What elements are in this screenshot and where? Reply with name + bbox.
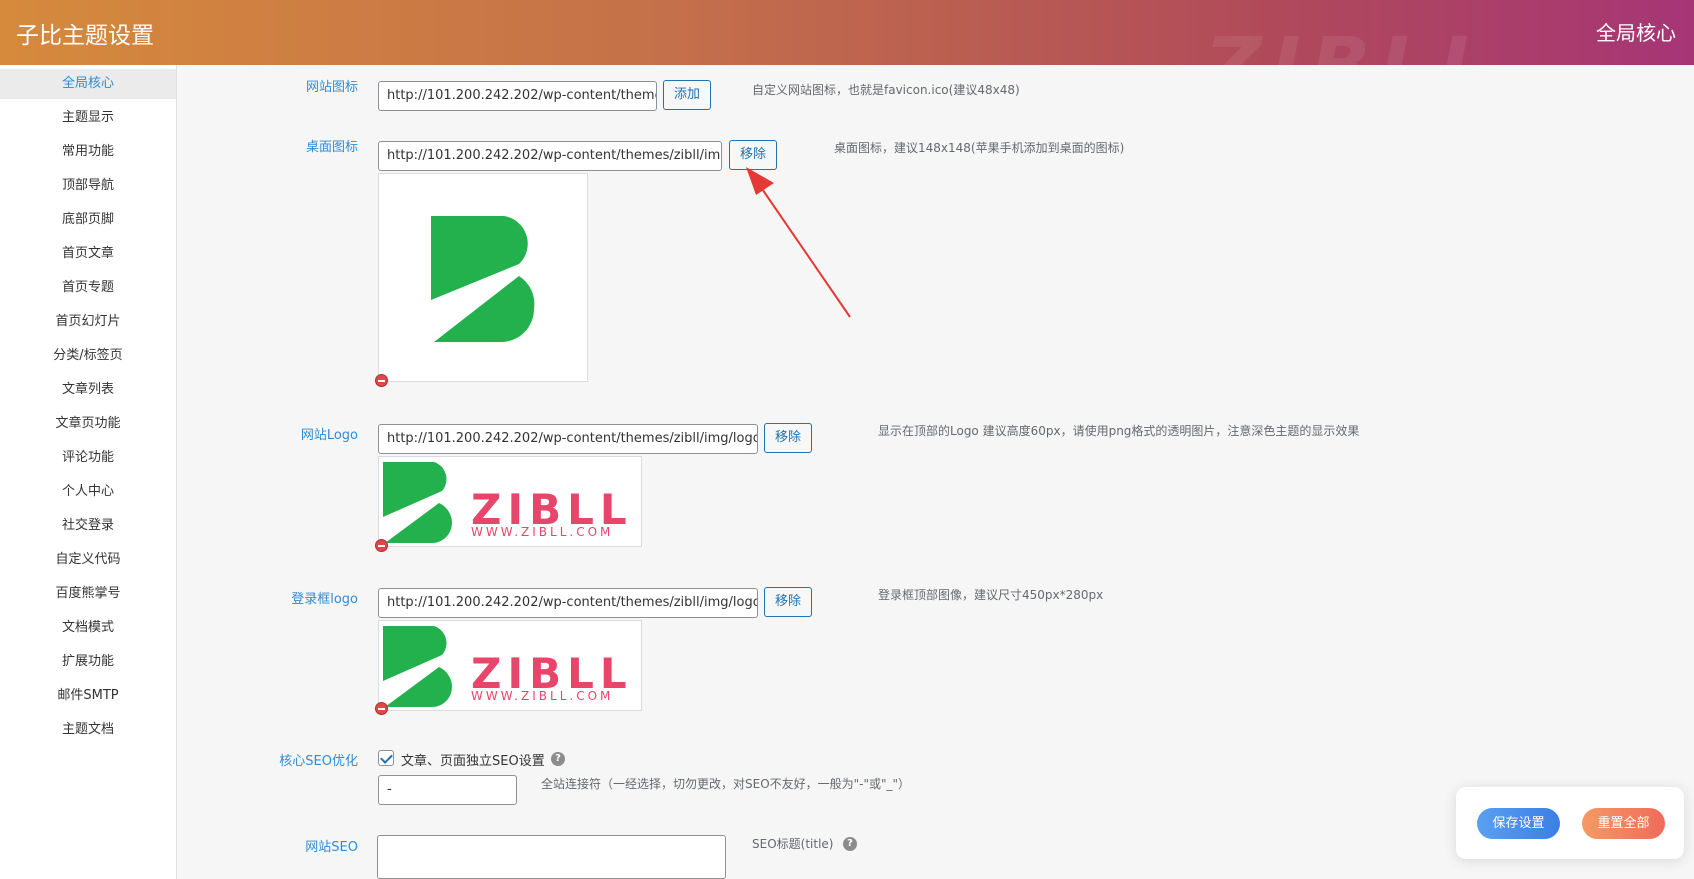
save-settings-button[interactable]: 保存设置 (1477, 808, 1560, 839)
seo-title-help-icon[interactable]: ? (843, 837, 857, 851)
zibll-b-icon (431, 216, 535, 342)
logo-remove-button[interactable]: 移除 (764, 423, 812, 453)
login-logo-remove-icon[interactable] (375, 702, 388, 715)
sidebar-item-4[interactable]: 底部页脚 (0, 205, 176, 235)
seo-checkbox-label: 文章、页面独立SEO设置 (401, 754, 545, 769)
logo-description: 显示在顶部的Logo 建议高度60px，请使用png格式的透明图片，注意深色主题… (878, 424, 1360, 438)
sidebar-item-15[interactable]: 百度熊掌号 (0, 579, 176, 609)
login-logo-description: 登录框顶部图像，建议尺寸450px*280px (878, 588, 1104, 602)
desktop-icon-url-input[interactable]: http://101.200.242.202/wp-content/themes… (378, 141, 722, 171)
desktop-icon-remove-icon[interactable] (375, 374, 388, 387)
logo-preview: ZIBLL WWW.ZIBLL.COM (378, 456, 642, 547)
current-section-title: 全局核心 (1596, 21, 1676, 45)
login-logo-remove-button[interactable]: 移除 (764, 587, 812, 617)
logo-remove-icon[interactable] (375, 539, 388, 552)
sidebar-item-10[interactable]: 文章页功能 (0, 409, 176, 439)
seo-independent-checkbox[interactable] (378, 750, 394, 766)
sidebar-item-8[interactable]: 分类/标签页 (0, 341, 176, 371)
header-bar: ZIBLL 子比主题设置 全局核心 (0, 0, 1694, 65)
logo-label: 网站Logo (300, 428, 358, 443)
desktop-icon-label: 桌面图标 (305, 140, 358, 155)
site-seo-label: 网站SEO (305, 840, 358, 855)
sidebar-item-18[interactable]: 邮件SMTP (0, 681, 176, 711)
favicon-url-input[interactable]: http://101.200.242.202/wp-content/themes… (378, 81, 657, 111)
logo-brand-url: WWW.ZIBLL.COM (471, 525, 614, 539)
separator-description: 全站连接符（一经选择，切勿更改，对SEO不友好，一般为"-"或"_"） (541, 777, 911, 791)
login-logo-b-icon (383, 626, 453, 708)
sidebar-item-7[interactable]: 首页幻灯片 (0, 307, 176, 337)
login-logo-label: 登录框logo (291, 592, 358, 607)
page-title: 子比主题设置 (16, 23, 154, 49)
login-logo-brand-url: WWW.ZIBLL.COM (471, 689, 614, 703)
favicon-description: 自定义网站图标，也就是favicon.ico(建议48x48) (752, 83, 1020, 97)
seo-title-description: SEO标题(title) (752, 837, 834, 851)
sidebar-item-13[interactable]: 社交登录 (0, 511, 176, 541)
sidebar-item-2[interactable]: 常用功能 (0, 137, 176, 167)
sidebar-item-11[interactable]: 评论功能 (0, 443, 176, 473)
favicon-add-button[interactable]: 添加 (663, 80, 711, 110)
logo-b-icon (383, 462, 453, 544)
seo-title-textarea[interactable] (377, 835, 726, 879)
favicon-label: 网站图标 (305, 80, 358, 95)
sidebar-item-14[interactable]: 自定义代码 (0, 545, 176, 575)
annotation-arrow-icon (746, 167, 851, 318)
sidebar-item-12[interactable]: 个人中心 (0, 477, 176, 507)
settings-panel: 网站图标 http://101.200.242.202/wp-content/t… (178, 65, 1694, 879)
sidebar-nav: 全局核心主题显示常用功能顶部导航底部页脚首页文章首页专题首页幻灯片分类/标签页文… (0, 65, 177, 879)
seo-help-icon[interactable]: ? (551, 752, 565, 766)
seo-label: 核心SEO优化 (279, 754, 358, 769)
sidebar-item-16[interactable]: 文档模式 (0, 613, 176, 643)
sidebar-item-5[interactable]: 首页文章 (0, 239, 176, 269)
sidebar-item-1[interactable]: 主题显示 (0, 103, 176, 133)
sidebar-item-17[interactable]: 扩展功能 (0, 647, 176, 677)
save-actions-panel: 保存设置 重置全部 (1456, 787, 1684, 859)
sidebar-item-3[interactable]: 顶部导航 (0, 171, 176, 201)
header-watermark: ZIBLL (1205, 22, 1499, 65)
sidebar-item-0[interactable]: 全局核心 (0, 69, 176, 99)
desktop-icon-preview (378, 173, 588, 382)
login-logo-url-input[interactable]: http://101.200.242.202/wp-content/themes… (378, 588, 758, 618)
sidebar-item-19[interactable]: 主题文档 (0, 715, 176, 745)
logo-url-input[interactable]: http://101.200.242.202/wp-content/themes… (378, 424, 758, 454)
reset-all-button[interactable]: 重置全部 (1582, 808, 1665, 839)
sidebar-item-9[interactable]: 文章列表 (0, 375, 176, 405)
desktop-icon-description: 桌面图标，建议148x148(苹果手机添加到桌面的图标) (834, 141, 1125, 155)
sidebar-item-6[interactable]: 首页专题 (0, 273, 176, 303)
login-logo-preview: ZIBLL WWW.ZIBLL.COM (378, 620, 642, 711)
separator-input[interactable]: - (378, 775, 517, 805)
